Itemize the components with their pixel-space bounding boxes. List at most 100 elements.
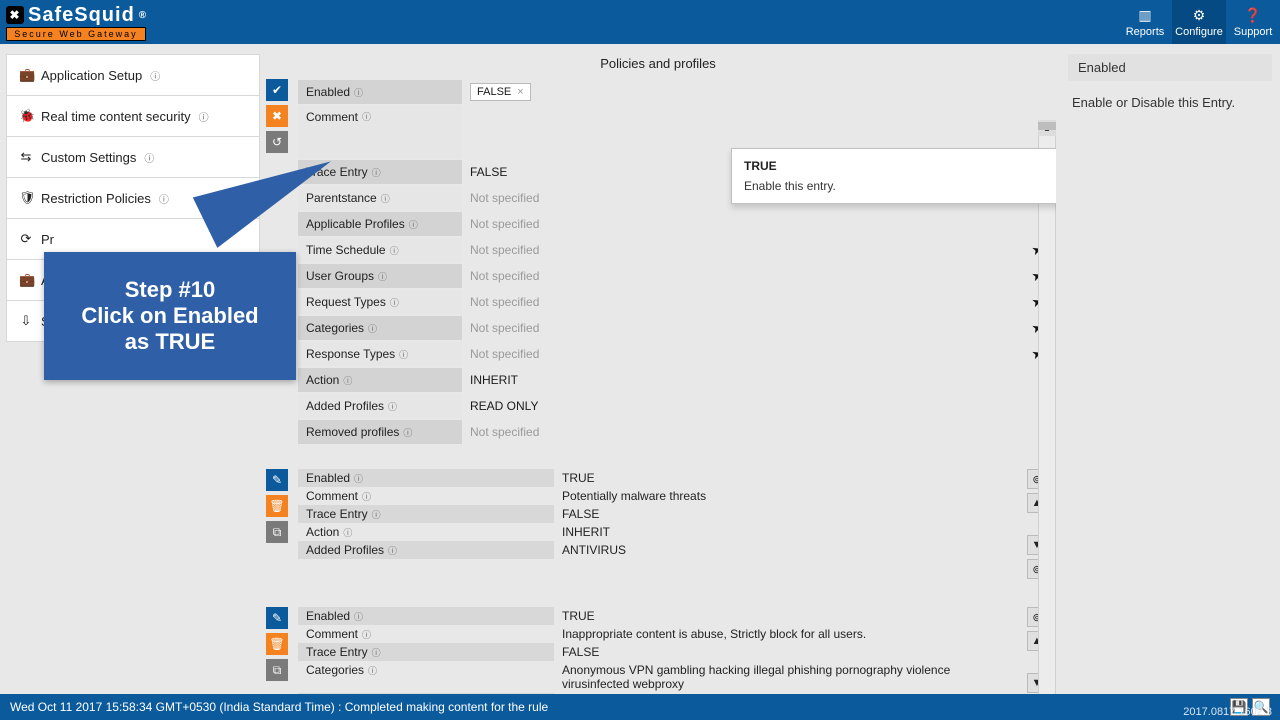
info-icon: ⓘ	[343, 374, 352, 387]
support-nav[interactable]: ❓ Support	[1226, 0, 1280, 44]
cancel-button[interactable]: ✖	[266, 105, 288, 127]
field-label: Added Profilesⓘ	[298, 394, 462, 418]
field-value: Inappropriate content is abuse, Strictly…	[554, 625, 1024, 643]
scrollbar-thumb[interactable]	[1038, 122, 1056, 130]
mini-row: EnabledⓘTRUE	[298, 469, 1024, 487]
field-value[interactable]: READ ONLY	[462, 395, 1030, 417]
tag-remove-icon[interactable]: ×	[517, 86, 523, 98]
field-label-text: Categories	[306, 321, 364, 335]
info-icon: ⓘ	[372, 508, 381, 521]
scrollbar[interactable]: ▴ ▾	[1038, 120, 1056, 694]
field-value[interactable]: Not specified	[462, 239, 1030, 261]
field-value[interactable]: Not specified	[462, 317, 1030, 339]
mini-row: Trace EntryⓘFALSE	[298, 643, 1024, 661]
support-icon: ❓	[1244, 7, 1261, 24]
top-nav: ▥ Reports ⚙ Configure ❓ Support	[1118, 0, 1280, 44]
field-label-text: Action	[306, 525, 339, 539]
help-panel: Enabled Enable or Disable this Entry.	[1056, 44, 1280, 694]
field-value: FALSE	[554, 505, 1024, 523]
sidebar-item-custom-settings[interactable]: ⇆ Custom Settings ⓘ	[7, 137, 259, 178]
sidebar-item-label: Custom Settings	[41, 150, 136, 165]
delete-button[interactable]: 🗑	[266, 495, 288, 517]
info-icon: ⓘ	[150, 68, 160, 83]
callout-line: Click on Enabled	[81, 303, 258, 329]
mini-row: EnabledⓘTRUE	[298, 607, 1024, 625]
field-label: Categoriesⓘ	[298, 316, 462, 340]
edit-button[interactable]: ✎	[266, 469, 288, 491]
field-label: Time Scheduleⓘ	[298, 238, 462, 262]
settings-icon: ⇆	[19, 149, 33, 165]
field-label: Applicable Profilesⓘ	[298, 212, 462, 236]
revert-button[interactable]: ↺	[266, 131, 288, 153]
content-area: Policies and profiles ✔ ✖ ↺ EnabledⓘFALS…	[260, 44, 1056, 694]
field-label-text: Response Types	[306, 347, 395, 361]
field-value[interactable]: Not specified	[462, 213, 1030, 235]
scrollbar-trough[interactable]	[1038, 120, 1056, 694]
value-tag[interactable]: FALSE×	[470, 83, 531, 101]
info-icon: ⓘ	[354, 86, 363, 99]
enabled-dropdown[interactable]: TRUE Enable this entry.	[731, 148, 1056, 204]
info-icon: ⓘ	[362, 490, 371, 503]
field-value[interactable]: FALSE×	[462, 79, 1030, 105]
field-value[interactable]: Not specified	[462, 343, 1030, 365]
field-label: Trace Entryⓘ	[298, 643, 554, 661]
briefcase-icon: 💼	[19, 272, 33, 288]
field-label: Request Typesⓘ	[298, 290, 462, 314]
info-icon: ⓘ	[388, 400, 397, 413]
edit-button[interactable]: ✎	[266, 607, 288, 629]
field-label-text: Enabled	[306, 471, 350, 485]
reports-icon: ▥	[1138, 7, 1151, 24]
field-value[interactable]: Not specified	[462, 421, 1030, 443]
version-label: 2017.0817.1602.3	[1183, 706, 1272, 718]
field-label: Commentⓘ	[298, 625, 554, 643]
form-row: Response TypesⓘNot specified	[298, 341, 1050, 367]
info-icon: ⓘ	[362, 628, 371, 641]
mini-grid: EnabledⓘTRUECommentⓘInappropriate conten…	[298, 607, 1024, 694]
info-icon: ⓘ	[381, 192, 390, 205]
field-label: User Groups ⓘ	[298, 264, 462, 288]
info-icon: ⓘ	[372, 166, 381, 179]
field-label-text: Categories	[306, 663, 364, 677]
top-bar: ✖ SafeSquid® Secure Web Gateway ▥ Report…	[0, 0, 1280, 44]
sidebar-item-application-setup[interactable]: 💼 Application Setup ⓘ	[7, 55, 259, 96]
field-value: TRUE	[554, 469, 1024, 487]
clone-button[interactable]: ⧉	[266, 659, 288, 681]
info-icon: ⓘ	[144, 150, 154, 165]
sidebar-item-label: Real time content security	[41, 109, 191, 124]
field-value[interactable]: Not specified	[462, 265, 1030, 287]
field-value[interactable]: Not specified	[462, 291, 1030, 313]
main-shell: 💼 Application Setup ⓘ 🐞 Real time conten…	[0, 44, 1280, 694]
callout-line: as TRUE	[125, 329, 215, 355]
field-value[interactable]	[462, 128, 1030, 136]
confirm-button[interactable]: ✔	[266, 79, 288, 101]
field-value: FALSE	[554, 643, 1024, 661]
sidebar-item-label: Restriction Policies	[41, 191, 151, 206]
field-label: Categoriesⓘ	[298, 661, 554, 679]
registered-icon: ®	[139, 10, 147, 21]
field-value[interactable]: INHERIT	[462, 369, 1030, 391]
dropdown-description: Enable this entry.	[744, 179, 1056, 193]
field-label-text: User Groups	[306, 269, 374, 283]
field-label: Added Profilesⓘ	[298, 541, 554, 559]
configure-nav[interactable]: ⚙ Configure	[1172, 0, 1226, 44]
page-title: Policies and profiles	[266, 44, 1050, 79]
bug-icon: 🐞	[19, 108, 33, 124]
sidebar-item-real-time-content[interactable]: 🐞 Real time content security ⓘ	[7, 96, 259, 137]
dropdown-option-true[interactable]: TRUE	[744, 159, 1056, 173]
reports-nav[interactable]: ▥ Reports	[1118, 0, 1172, 44]
clone-button[interactable]: ⧉	[266, 521, 288, 543]
field-value: Anonymous VPN gambling hacking illegal p…	[554, 661, 1024, 693]
help-body: Enable or Disable this Entry.	[1068, 81, 1272, 110]
field-value: INHERIT	[554, 523, 1024, 541]
info-icon: ⓘ	[378, 270, 387, 283]
delete-button[interactable]: 🗑	[266, 633, 288, 655]
reports-label: Reports	[1126, 26, 1165, 38]
mini-grid: EnabledⓘTRUECommentⓘPotentially malware …	[298, 469, 1024, 579]
brand-name: SafeSquid	[28, 4, 135, 27]
field-label: Enabledⓘ	[298, 80, 462, 104]
form-row: Request TypesⓘNot specified	[298, 289, 1050, 315]
field-label-text: Request Types	[306, 295, 386, 309]
field-label: Commentⓘ	[298, 487, 554, 505]
field-label-text: Time Schedule	[306, 243, 386, 257]
form-row: ActionⓘINHERIT	[298, 367, 1050, 393]
